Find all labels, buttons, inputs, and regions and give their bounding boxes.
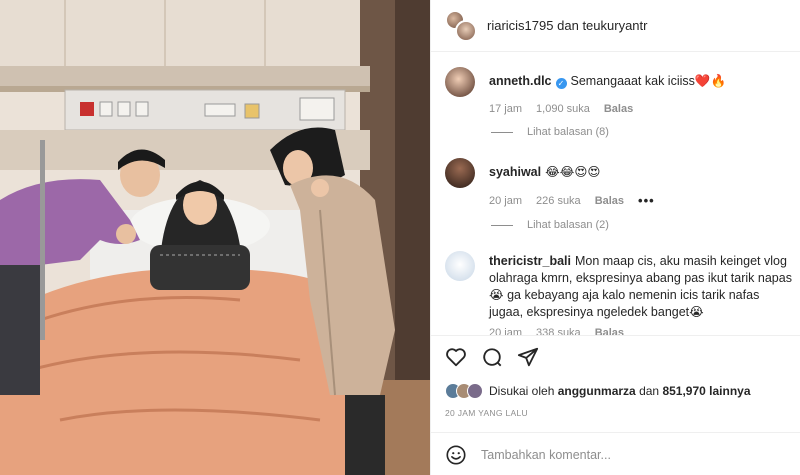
comment-time[interactable]: 20 jam — [489, 195, 522, 207]
reply-button[interactable]: Balas — [595, 327, 624, 335]
view-replies-label: Lihat balasan (8) — [527, 126, 609, 138]
comment-body: thericistr_bali Mon maap cis, aku masih k… — [489, 253, 795, 321]
liked-by: Disukai oleh anggunmarza dan 851,970 lai… — [445, 383, 751, 399]
avatar — [467, 383, 483, 399]
share-icon[interactable] — [517, 346, 539, 368]
comment-likes[interactable]: 226 suka — [536, 195, 581, 207]
add-comment-bar — [431, 432, 800, 475]
comment-username[interactable]: anneth.dlc — [489, 74, 552, 88]
author-avatars[interactable] — [445, 9, 477, 42]
view-replies-button[interactable]: Lihat balasan (8) — [491, 126, 609, 138]
comments-list[interactable]: anneth.dlc ✓ Semangaaat kak iciiss❤️🔥 17 j… — [431, 53, 800, 335]
post-header: riaricis1795 dan teukuryantr — [431, 0, 800, 52]
comment-time[interactable]: 20 jam — [489, 327, 522, 335]
post-details-panel: riaricis1795 dan teukuryantr anneth.dlc ✓… — [430, 0, 800, 475]
verified-badge-icon: ✓ — [555, 78, 567, 89]
comment-meta: 20 jam 338 suka Balas — [489, 327, 624, 335]
liked-by-user[interactable]: anggunmarza — [558, 384, 636, 398]
hospital-photo-illustration — [0, 0, 430, 475]
comment-body: syahiwal 😂😂😍😍 — [489, 164, 789, 181]
avatar[interactable] — [445, 158, 475, 188]
comment-username[interactable]: thericistr_bali — [489, 254, 571, 268]
author-username-1[interactable]: riaricis1795 — [487, 18, 553, 33]
view-replies-button[interactable]: Lihat balasan (2) — [491, 219, 609, 231]
author-names: riaricis1795 dan teukuryantr — [487, 18, 647, 33]
avatar[interactable] — [455, 19, 477, 42]
liker-avatars[interactable] — [445, 383, 483, 399]
post-actions: Disukai oleh anggunmarza dan 851,970 lai… — [431, 335, 800, 475]
avatar[interactable] — [445, 251, 475, 281]
liked-by-others[interactable]: 851,970 lainnya — [662, 384, 750, 398]
comment-meta: 20 jam 226 suka Balas ••• — [489, 193, 655, 208]
comment-item: thericistr_bali Mon maap cis, aku masih k… — [445, 251, 792, 335]
replies-divider — [491, 131, 513, 133]
reply-button[interactable]: Balas — [604, 103, 633, 115]
avatar[interactable] — [445, 67, 475, 97]
comment-likes[interactable]: 1,090 suka — [536, 103, 590, 115]
comment-meta: 17 jam 1,090 suka Balas — [489, 103, 633, 115]
liked-by-prefix: Disukai oleh — [489, 384, 555, 398]
replies-divider — [491, 224, 513, 226]
post-photo[interactable] — [0, 0, 430, 475]
comment-body: anneth.dlc ✓ Semangaaat kak iciiss❤️🔥 — [489, 73, 789, 90]
liked-by-connector: dan — [639, 384, 660, 398]
comment-icon[interactable] — [481, 346, 503, 368]
view-replies-label: Lihat balasan (2) — [527, 219, 609, 231]
comment-username[interactable]: syahiwal — [489, 165, 541, 179]
smile-icon[interactable] — [445, 444, 467, 466]
heart-icon[interactable] — [445, 346, 467, 368]
post-time-ago[interactable]: 20 JAM YANG LALU — [445, 408, 528, 418]
action-icons-row — [445, 346, 539, 368]
comment-text: Semangaaat kak iciiss❤️🔥 — [570, 74, 727, 88]
comment-time[interactable]: 17 jam — [489, 103, 522, 115]
comment-text: 😂😂😍😍 — [545, 165, 601, 179]
author-username-2[interactable]: teukuryantr — [582, 18, 647, 33]
comment-likes[interactable]: 338 suka — [536, 327, 581, 335]
add-comment-input[interactable] — [481, 447, 781, 462]
more-options-icon[interactable]: ••• — [638, 193, 655, 208]
author-connector: dan — [557, 18, 579, 33]
reply-button[interactable]: Balas — [595, 195, 624, 207]
